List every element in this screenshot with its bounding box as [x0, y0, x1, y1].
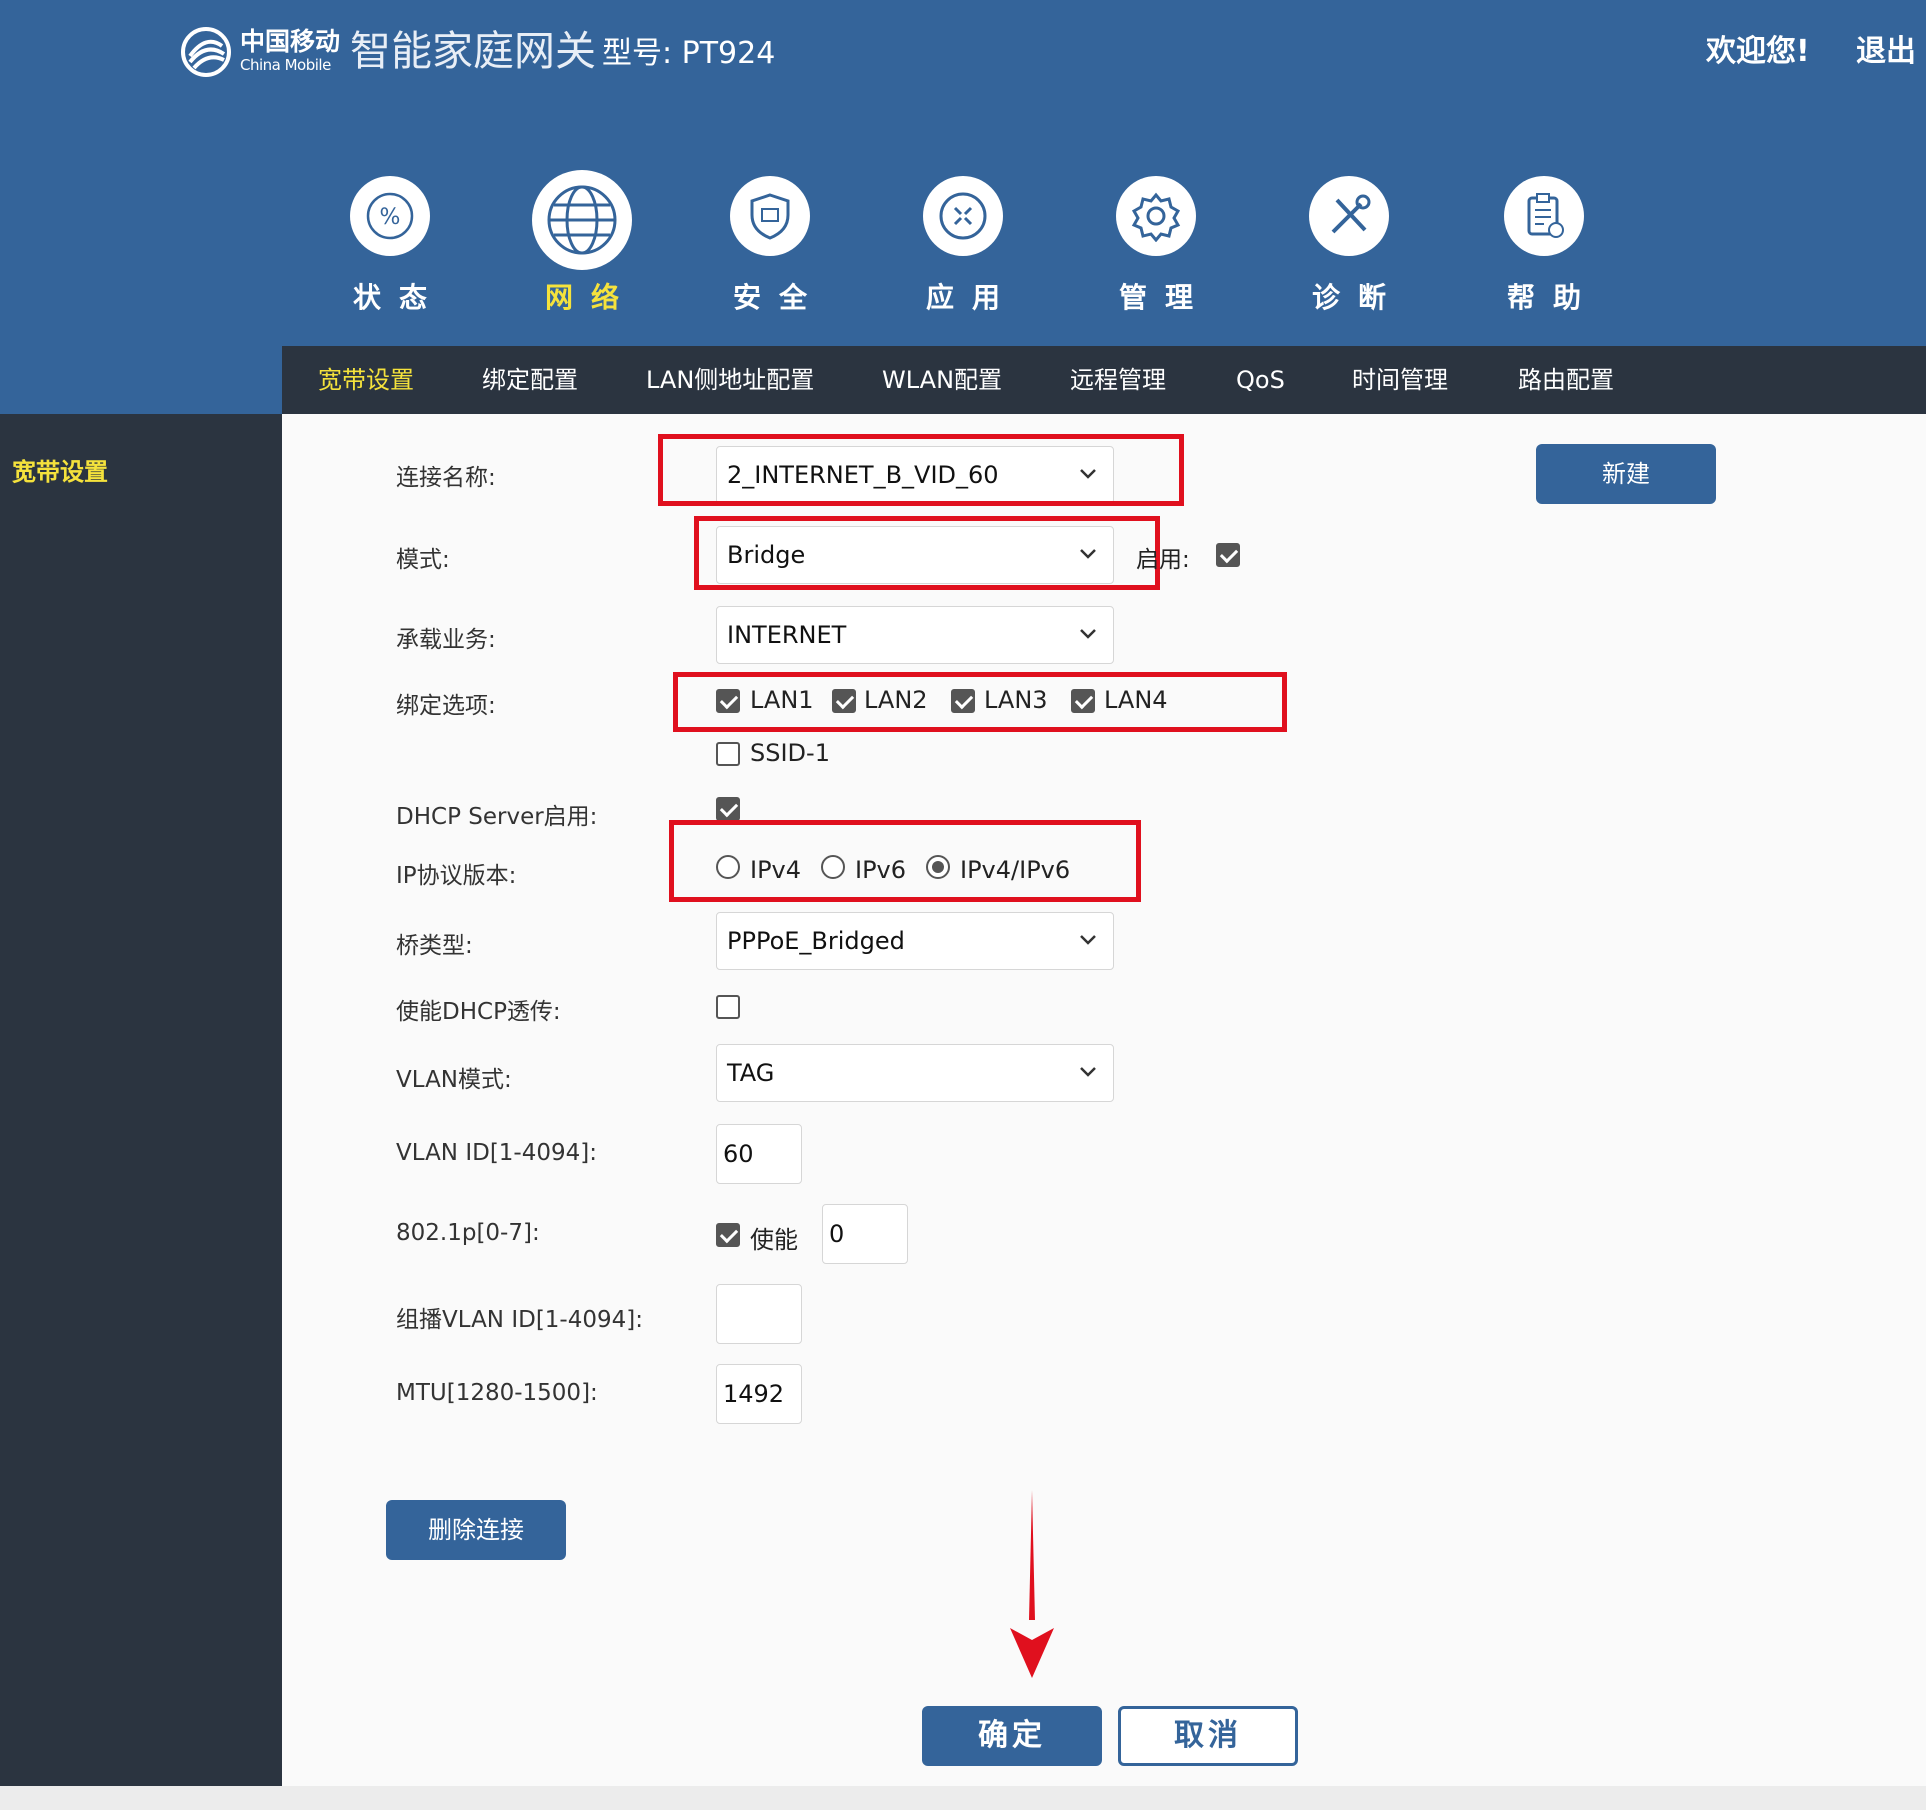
globe-icon	[547, 185, 617, 255]
welcome-text: 欢迎您!	[1706, 34, 1810, 69]
brand-name-en: China Mobile	[240, 56, 331, 74]
new-connection-button[interactable]: 新建	[1536, 444, 1716, 504]
subnav-binding[interactable]: 绑定配置	[482, 346, 578, 414]
clipboard-icon	[1527, 193, 1564, 238]
vlan-mode-select[interactable]: TAG	[716, 1044, 1114, 1102]
service-select[interactable]: INTERNET	[716, 606, 1114, 664]
brand-name-cn: 中国移动	[240, 27, 341, 56]
red-arrow-down-icon	[1010, 1490, 1054, 1678]
dhcp-passthrough-checkbox[interactable]	[716, 995, 740, 1019]
subnav-remote[interactable]: 远程管理	[1070, 346, 1166, 414]
subnav-broadband[interactable]: 宽带设置	[318, 346, 414, 414]
nav-management[interactable]: 管理	[1076, 176, 1236, 316]
delete-connection-button[interactable]: 删除连接	[386, 1500, 566, 1560]
sub-navigation: 宽带设置 绑定配置 LAN侧地址配置 WLAN配置 远程管理 QoS 时间管理 …	[282, 346, 1926, 414]
chevron-down-icon	[1080, 935, 1096, 945]
p8021-value-input[interactable]: 0	[822, 1204, 908, 1264]
highlight-box-connection	[658, 434, 1184, 506]
sidebar: 宽带设置	[0, 414, 282, 1786]
mtu-input[interactable]: 1492	[716, 1364, 802, 1424]
mode-label: 模式:	[396, 547, 450, 573]
confirm-button[interactable]: 确定	[922, 1706, 1102, 1766]
tools-icon	[1331, 194, 1371, 234]
ssid1-label: SSID-1	[750, 739, 830, 767]
chevron-down-icon	[1080, 629, 1096, 639]
mcast-vlan-label: 组播VLAN ID[1-4094]:	[396, 1307, 643, 1333]
dhcp-server-checkbox[interactable]	[716, 797, 740, 821]
gear-icon	[1131, 192, 1181, 242]
sidebar-item-broadband[interactable]: 宽带设置	[12, 452, 108, 487]
logout-link[interactable]: 退出	[1856, 32, 1916, 72]
dhcp-server-label: DHCP Server启用:	[396, 804, 598, 830]
model-label: 型号: PT924	[602, 36, 776, 71]
service-label: 承载业务:	[396, 627, 496, 653]
nav-status[interactable]: % 状态	[310, 176, 470, 316]
enable-label: 启用:	[1136, 547, 1190, 573]
vlan-mode-value: TAG	[727, 1059, 775, 1087]
binding-label: 绑定选项:	[396, 693, 496, 719]
chevron-down-icon	[1080, 1067, 1096, 1077]
subnav-lan-address[interactable]: LAN侧地址配置	[646, 346, 814, 414]
p8021-enable-label: 使能	[750, 1226, 798, 1254]
subnav-qos[interactable]: QoS	[1236, 346, 1285, 414]
vlan-id-label: VLAN ID[1-4094]:	[396, 1140, 597, 1166]
subnav-route[interactable]: 路由配置	[1518, 346, 1614, 414]
cancel-button[interactable]: 取消	[1118, 1706, 1298, 1766]
gateway-title: 智能家庭网关	[350, 27, 596, 75]
mtu-label: MTU[1280-1500]:	[396, 1380, 598, 1406]
vlan-mode-label: VLAN模式:	[396, 1067, 512, 1093]
ip-version-label: IP协议版本:	[396, 863, 517, 889]
vlan-id-input[interactable]: 60	[716, 1124, 802, 1184]
subnav-wlan[interactable]: WLAN配置	[882, 346, 1002, 414]
enable-checkbox[interactable]	[1216, 543, 1240, 567]
nav-apps[interactable]: 应用	[883, 176, 1043, 316]
service-value: INTERNET	[727, 621, 847, 649]
p8021-label: 802.1p[0-7]:	[396, 1220, 540, 1246]
highlight-box-binding	[673, 672, 1287, 732]
china-mobile-logo-icon	[181, 27, 231, 77]
mcast-vlan-input[interactable]	[716, 1284, 802, 1344]
svg-text:%: %	[380, 205, 401, 230]
bridge-type-select[interactable]: PPPoE_Bridged	[716, 912, 1114, 970]
highlight-box-mode	[694, 516, 1160, 590]
p8021-enable-checkbox[interactable]	[716, 1223, 740, 1247]
highlight-box-ip-version	[669, 820, 1141, 902]
connection-name-label: 连接名称:	[396, 465, 496, 491]
apps-icon	[939, 192, 987, 240]
subnav-time[interactable]: 时间管理	[1352, 346, 1448, 414]
bridge-type-label: 桥类型:	[396, 933, 473, 959]
nav-help[interactable]: 帮助	[1464, 176, 1624, 316]
nav-security[interactable]: 安全	[690, 176, 850, 316]
bridge-type-value: PPPoE_Bridged	[727, 927, 905, 955]
status-icon: %	[366, 192, 414, 240]
shield-icon	[750, 193, 790, 240]
ssid1-checkbox[interactable]	[716, 742, 740, 766]
bottom-strip	[0, 1786, 1926, 1810]
nav-diagnosis[interactable]: 诊断	[1269, 176, 1429, 316]
nav-network[interactable]: 网络	[502, 170, 662, 316]
dhcp-passthrough-label: 使能DHCP透传:	[396, 999, 561, 1025]
